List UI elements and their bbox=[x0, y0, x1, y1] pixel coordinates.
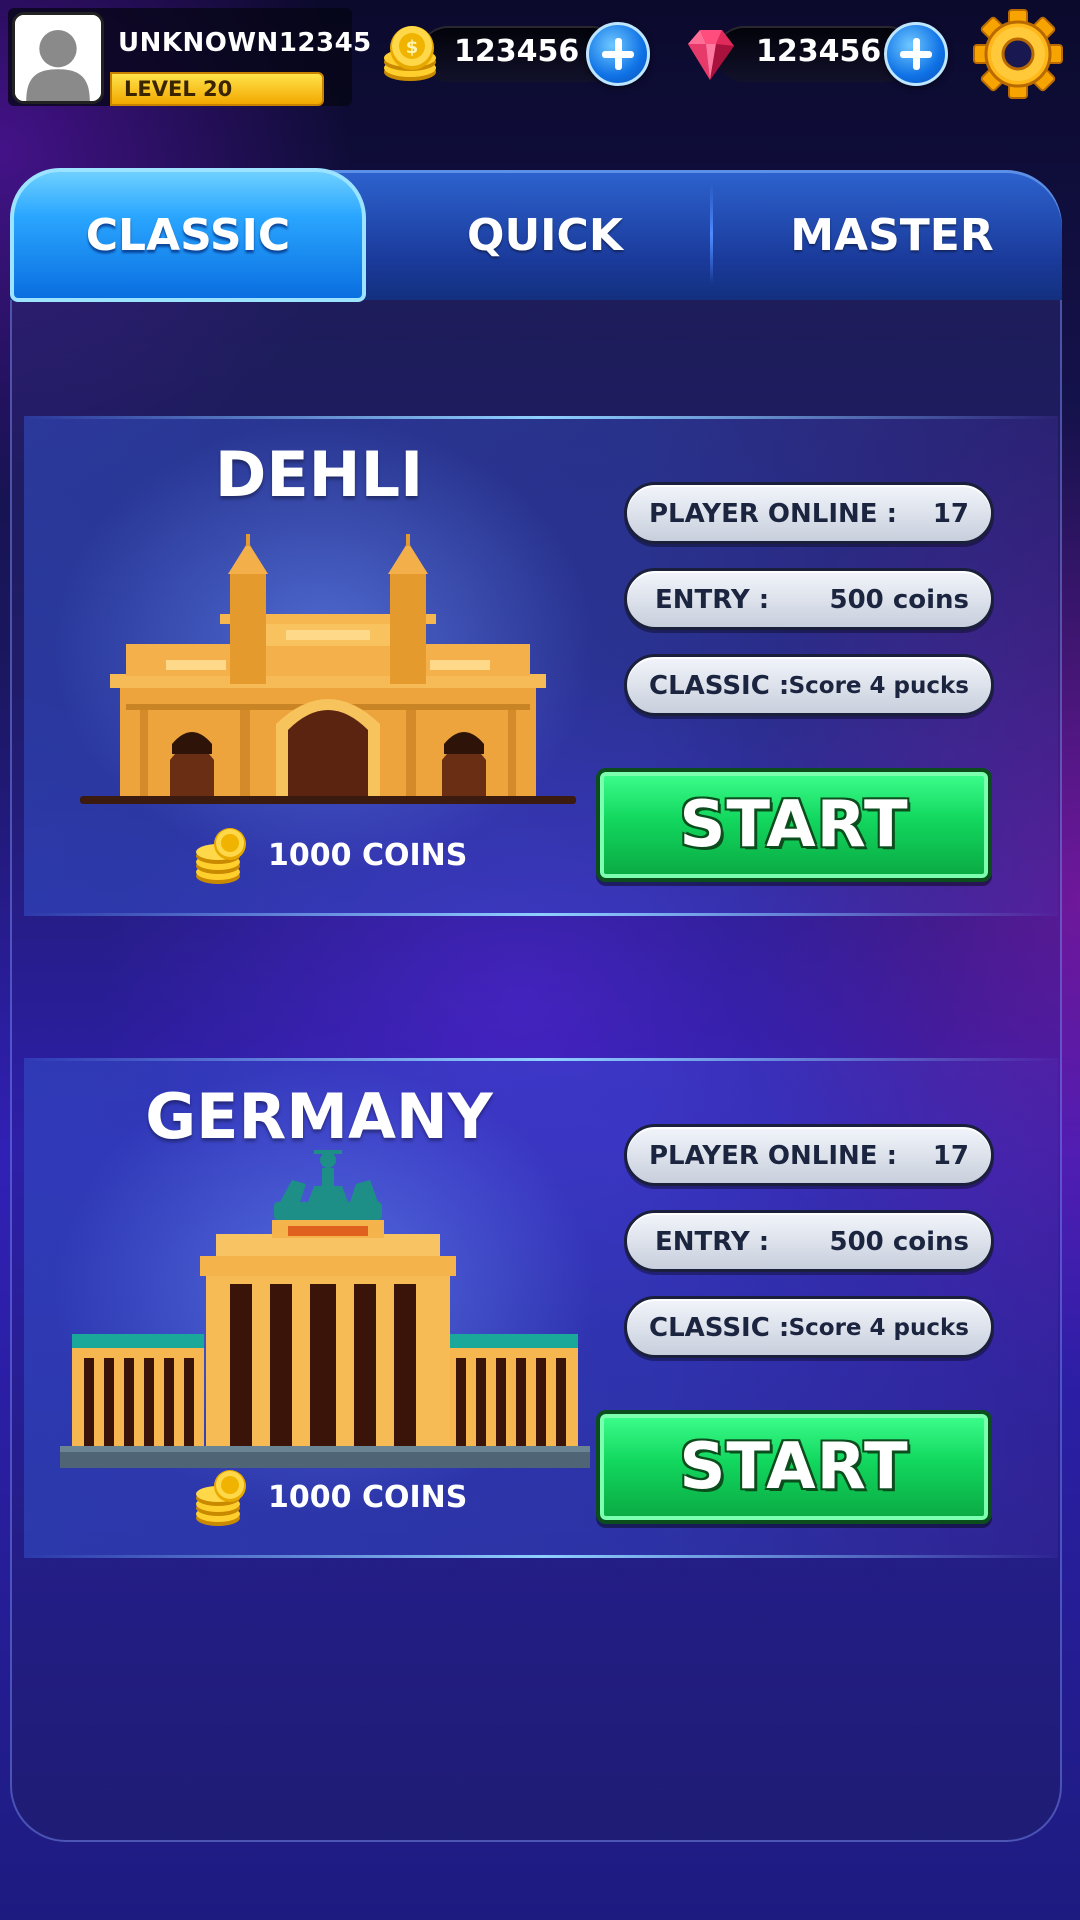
reward: 1000 COINS bbox=[194, 1468, 494, 1528]
settings-button[interactable] bbox=[972, 8, 1064, 100]
level-label: LEVEL 20 bbox=[124, 77, 233, 101]
game-rule-pill: CLASSIC : Score 4 pucks bbox=[624, 1296, 994, 1358]
game-rule-value: Score 4 pucks bbox=[788, 673, 969, 699]
players-online-value: 17 bbox=[932, 499, 969, 529]
india-gate-icon bbox=[80, 534, 576, 804]
start-button-label: START bbox=[679, 788, 909, 862]
entry-fee-pill: ENTRY : 500 coins bbox=[624, 568, 994, 630]
coin-stack-icon bbox=[196, 1470, 246, 1526]
svg-text:$: $ bbox=[406, 37, 419, 58]
city-name: DEHLI bbox=[214, 438, 424, 511]
reward-amount: 1000 COINS bbox=[268, 1480, 468, 1515]
add-gems-button[interactable] bbox=[884, 22, 948, 86]
players-online-pill: PLAYER ONLINE : 17 bbox=[624, 1124, 994, 1186]
game-rule-label: CLASSIC : bbox=[649, 671, 790, 701]
player-username: UNKNOWN12345 bbox=[118, 28, 372, 58]
start-button-label: START bbox=[679, 1430, 909, 1504]
entry-fee-value: 500 coins bbox=[829, 585, 970, 615]
start-button[interactable]: START bbox=[596, 768, 992, 882]
gem-amount: 123456 bbox=[756, 34, 882, 69]
tab-master[interactable]: MASTER bbox=[722, 170, 1062, 300]
coin-icon: $ bbox=[380, 22, 444, 86]
add-coins-button[interactable] bbox=[586, 22, 650, 86]
city-card-germany: GERMANY 1000 COINS PLAYER ONLINE: 17 EN… bbox=[24, 1058, 1058, 1558]
game-rule-pill: CLASSIC : Score 4 pucks bbox=[624, 654, 994, 716]
mode-tabs: CLASSIC QUICK MASTER bbox=[10, 168, 1062, 302]
coin-amount: 123456 bbox=[454, 34, 580, 69]
entry-fee-label: ENTRY : bbox=[655, 1227, 770, 1257]
city-name: GERMANY bbox=[145, 1080, 493, 1153]
tab-divider bbox=[710, 184, 713, 284]
game-rule-value: Score 4 pucks bbox=[788, 1315, 969, 1341]
top-bar: UNKNOWN12345 LEVEL 20 $ 123456 123456 bbox=[0, 0, 1080, 120]
players-online-label: PLAYER ONLINE : bbox=[649, 1141, 897, 1171]
reward: 1000 COINS bbox=[194, 826, 494, 886]
entry-fee-label: ENTRY : bbox=[655, 585, 770, 615]
coin-balance: $ 123456 bbox=[380, 22, 670, 86]
level-badge: LEVEL 20 bbox=[110, 72, 324, 106]
reward-amount: 1000 COINS bbox=[268, 838, 468, 873]
entry-fee-value: 500 coins bbox=[829, 1227, 970, 1257]
player-profile[interactable]: UNKNOWN12345 LEVEL 20 bbox=[8, 8, 371, 106]
game-rule-label: CLASSIC : bbox=[649, 1313, 790, 1343]
start-button[interactable]: START bbox=[596, 1410, 992, 1524]
gear-icon bbox=[973, 9, 1063, 99]
players-online-value: 17 bbox=[932, 1141, 969, 1171]
tab-classic[interactable]: CLASSIC bbox=[10, 168, 366, 302]
gem-balance: 123456 bbox=[676, 22, 966, 86]
players-online-label: PLAYER ONLINE : bbox=[649, 499, 897, 529]
brandenburg-gate-icon bbox=[60, 1150, 590, 1468]
city-card-dehli: DEHLI 1000 COINS PLAYER ONLINE: 17 ENTR… bbox=[24, 416, 1058, 916]
gem-icon bbox=[676, 22, 740, 86]
avatar-icon[interactable] bbox=[12, 12, 104, 104]
tab-quick[interactable]: QUICK bbox=[370, 170, 720, 300]
players-online-pill: PLAYER ONLINE : 17 bbox=[624, 482, 994, 544]
entry-fee-pill: ENTRY : 500 coins bbox=[624, 1210, 994, 1272]
coin-stack-icon bbox=[196, 828, 246, 884]
